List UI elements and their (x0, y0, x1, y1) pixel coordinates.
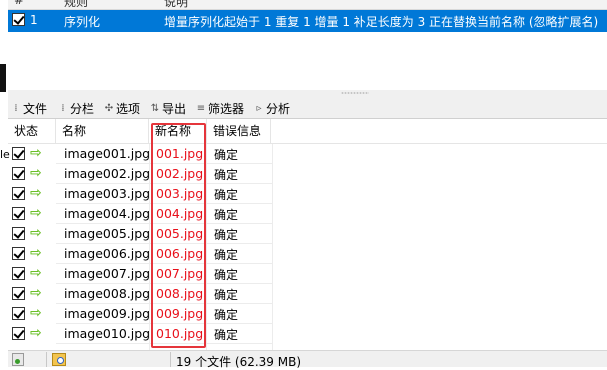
row-checkbox[interactable] (12, 147, 25, 160)
status-ok-arrow-icon: ⇨ (30, 165, 42, 181)
columns-menu-label: 分栏 (70, 102, 95, 116)
table-row[interactable]: ⇨ image001.jpg 001.jpg 确定 (8, 144, 607, 164)
column-divider (149, 144, 150, 350)
row-checkbox[interactable] (12, 187, 25, 200)
status-bar: 19 个文件 (62.39 MB) (8, 350, 607, 369)
row-original-name: image008.jpg (64, 286, 151, 301)
row-error-info: 确定 (214, 288, 239, 302)
columns-menu-button[interactable]: ⁞ 分栏 (58, 100, 94, 117)
col-header-new-name[interactable]: 新名称 (149, 119, 207, 143)
rules-col-description[interactable]: 说明 (164, 0, 188, 9)
add-files-icon[interactable] (12, 353, 24, 366)
status-ok-arrow-icon: ⇨ (30, 285, 42, 301)
options-menu-button[interactable]: ✣ 选项 (104, 100, 140, 117)
status-ok-arrow-icon: ⇨ (30, 205, 42, 221)
add-folder-icon[interactable] (52, 353, 66, 366)
row-error-info: 确定 (214, 168, 239, 182)
row-checkbox[interactable] (12, 247, 25, 260)
background-window-edge: le (0, 0, 10, 366)
table-row[interactable]: ⇨ image010.jpg 010.jpg 确定 (8, 324, 607, 344)
rules-col-number[interactable]: # (14, 0, 24, 7)
table-row[interactable]: ⇨ image003.jpg 003.jpg 确定 (8, 184, 607, 204)
row-checkbox[interactable] (12, 267, 25, 280)
column-divider (206, 144, 207, 350)
filter-menu-label: 筛选器 (208, 102, 245, 116)
file-menu-label: 文件 (23, 102, 48, 116)
rule-enabled-checkbox[interactable] (12, 13, 25, 26)
row-checkbox[interactable] (12, 207, 25, 220)
row-error-info: 确定 (214, 248, 239, 262)
analyze-menu-label: 分析 (266, 102, 291, 116)
row-error-info: 确定 (214, 148, 239, 162)
file-menu-button[interactable]: ⁞ 文件 (11, 100, 47, 117)
file-count-summary: 19 个文件 (62.39 MB) (176, 355, 302, 369)
row-original-name: image006.jpg (64, 246, 151, 261)
rule-row-selected[interactable]: 1 序列化 增量序列化起始于 1 重复 1 增量 1 补足长度为 3 正在替换当… (8, 10, 607, 32)
export-icon: ⇅ (150, 103, 160, 114)
status-ok-arrow-icon: ⇨ (30, 185, 42, 201)
analyze-icon: ▹ (256, 103, 262, 114)
file-toolbar: ⁞ 文件 ⁞ 分栏 ✣ 选项 ⇅ 导出 ≡ 筛选器 ▹ 分析 (8, 96, 607, 119)
table-row[interactable]: ⇨ image002.jpg 002.jpg 确定 (8, 164, 607, 184)
filter-menu-button[interactable]: ≡ 筛选器 (196, 100, 244, 117)
file-menu-icon: ⁞ (14, 103, 18, 114)
row-error-info: 确定 (214, 188, 239, 202)
status-ok-arrow-icon: ⇨ (30, 265, 42, 281)
table-row[interactable]: ⇨ image004.jpg 004.jpg 确定 (8, 204, 607, 224)
columns-icon: ⁞ (61, 103, 65, 114)
table-row[interactable]: ⇨ image007.jpg 007.jpg 确定 (8, 264, 607, 284)
row-error-info: 确定 (214, 308, 239, 322)
row-original-name: image010.jpg (64, 326, 151, 341)
status-separator (46, 352, 47, 367)
row-original-name: image007.jpg (64, 266, 151, 281)
col-header-status[interactable]: 状态 (8, 119, 56, 143)
options-menu-label: 选项 (116, 102, 141, 116)
row-original-name: image002.jpg (64, 166, 151, 181)
row-original-name: image009.jpg (64, 306, 151, 321)
table-row[interactable]: ⇨ image008.jpg 008.jpg 确定 (8, 284, 607, 304)
splitter-grip[interactable] (341, 92, 369, 94)
rules-header: # 规则 说明 (8, 0, 607, 10)
column-divider (272, 144, 273, 350)
row-error-info: 确定 (214, 208, 239, 222)
row-error-info: 确定 (214, 328, 239, 342)
row-original-name: image001.jpg (64, 146, 151, 161)
row-checkbox[interactable] (12, 307, 25, 320)
table-row[interactable]: ⇨ image006.jpg 006.jpg 确定 (8, 244, 607, 264)
status-separator (170, 352, 171, 367)
analyze-menu-button[interactable]: ▹ 分析 (254, 100, 290, 117)
status-ok-arrow-icon: ⇨ (30, 145, 42, 161)
table-row[interactable]: ⇨ image009.jpg 009.jpg 确定 (8, 304, 607, 324)
background-window-strip (0, 64, 6, 92)
status-ok-arrow-icon: ⇨ (30, 305, 42, 321)
options-icon: ✣ (104, 103, 114, 114)
row-checkbox[interactable] (12, 167, 25, 180)
status-ok-arrow-icon: ⇨ (30, 225, 42, 241)
export-menu-button[interactable]: ⇅ 导出 (150, 100, 186, 117)
file-table-header: 状态 名称 新名称 错误信息 (8, 119, 607, 144)
row-checkbox[interactable] (12, 287, 25, 300)
rule-name: 序列化 (64, 15, 101, 29)
status-ok-arrow-icon: ⇨ (30, 325, 42, 341)
table-row[interactable]: ⇨ image005.jpg 005.jpg 确定 (8, 224, 607, 244)
rule-number: 1 (30, 13, 38, 27)
row-checkbox[interactable] (12, 327, 25, 340)
rule-description: 增量序列化起始于 1 重复 1 增量 1 补足长度为 3 正在替换当前名称 (忽… (164, 15, 599, 29)
row-error-info: 确定 (214, 268, 239, 282)
filter-icon: ≡ (196, 103, 206, 114)
row-original-name: image004.jpg (64, 206, 151, 221)
col-header-error[interactable]: 错误信息 (207, 119, 271, 143)
status-ok-arrow-icon: ⇨ (30, 245, 42, 261)
rules-col-rule[interactable]: 规则 (64, 0, 88, 9)
row-checkbox[interactable] (12, 227, 25, 240)
col-header-name[interactable]: 名称 (56, 119, 149, 143)
export-menu-label: 导出 (162, 102, 187, 116)
row-divider (56, 343, 272, 344)
rules-list-empty-area[interactable] (8, 32, 607, 90)
row-original-name: image003.jpg (64, 186, 151, 201)
row-original-name: image005.jpg (64, 226, 151, 241)
row-error-info: 确定 (214, 228, 239, 242)
